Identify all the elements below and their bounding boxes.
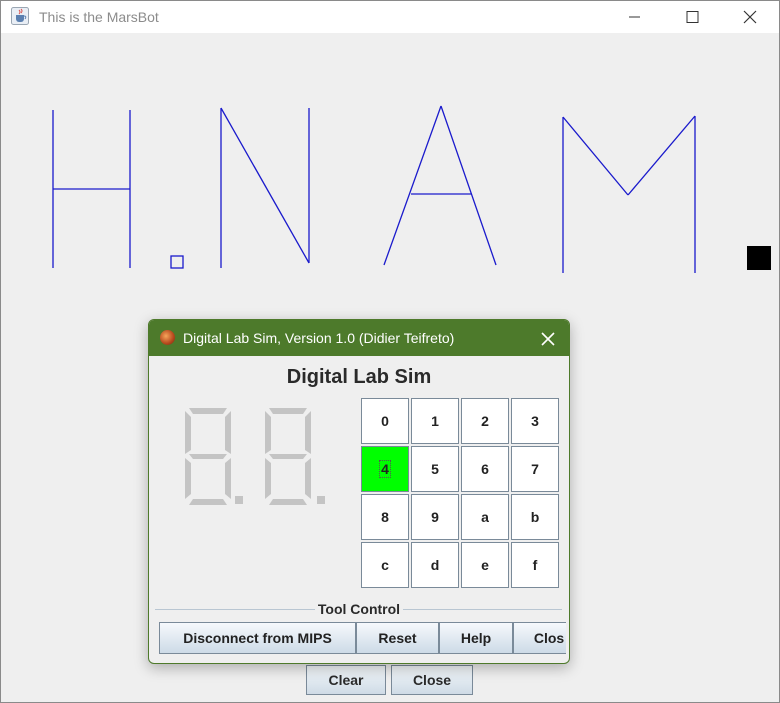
- dialog-heading: Digital Lab Sim: [286, 366, 432, 388]
- hex-keypad: 0 1 2 3 4 5 6 7 8 9 a b c d e f: [361, 398, 563, 590]
- key-4[interactable]: 4: [361, 446, 409, 492]
- help-button[interactable]: Help: [439, 622, 513, 654]
- key-b[interactable]: b: [511, 494, 559, 540]
- maximize-icon: [686, 11, 699, 23]
- trail-a-left: [383, 105, 442, 266]
- clear-button[interactable]: Clear: [306, 665, 386, 695]
- marsbot-marker: [747, 246, 771, 270]
- tool-close-button[interactable]: Clos: [513, 622, 566, 654]
- key-6[interactable]: 6: [461, 446, 509, 492]
- mars-planet-icon: [160, 330, 175, 345]
- trail-a-right: [440, 105, 497, 266]
- key-7[interactable]: 7: [511, 446, 559, 492]
- close-button[interactable]: Close: [391, 665, 473, 695]
- trail-m-diag-1: [562, 116, 629, 196]
- segment-digit-left: [185, 408, 243, 505]
- key-3[interactable]: 3: [511, 398, 559, 444]
- disconnect-button[interactable]: Disconnect from MIPS: [159, 622, 356, 654]
- reset-button[interactable]: Reset: [356, 622, 439, 654]
- segment-digit-right: [265, 408, 325, 505]
- tool-control-label: Tool Control: [314, 601, 404, 617]
- minimize-button[interactable]: [605, 1, 663, 33]
- tool-control-buttons: Disconnect from MIPS Reset Help Clos: [159, 622, 566, 654]
- seven-segment-display: [185, 408, 325, 505]
- dialog-title: Digital Lab Sim, Version 1.0 (Didier Tei…: [183, 330, 455, 346]
- dialog-close-icon[interactable]: [537, 328, 559, 350]
- key-1[interactable]: 1: [411, 398, 459, 444]
- close-icon: [743, 10, 757, 24]
- key-e[interactable]: e: [461, 542, 509, 588]
- key-a[interactable]: a: [461, 494, 509, 540]
- window-close-button[interactable]: [721, 1, 779, 33]
- maximize-button[interactable]: [663, 1, 721, 33]
- key-f[interactable]: f: [511, 542, 559, 588]
- key-0[interactable]: 0: [361, 398, 409, 444]
- key-d[interactable]: d: [411, 542, 459, 588]
- key-9[interactable]: 9: [411, 494, 459, 540]
- digital-lab-sim-dialog: Digital Lab Sim, Version 1.0 (Didier Tei…: [148, 319, 570, 664]
- key-8[interactable]: 8: [361, 494, 409, 540]
- trail-dot-1: [170, 255, 184, 269]
- window-title: This is the MarsBot: [39, 9, 159, 25]
- trail-m-diag-2: [627, 115, 696, 196]
- key-5[interactable]: 5: [411, 446, 459, 492]
- minimize-icon: [629, 16, 640, 18]
- key-c[interactable]: c: [361, 542, 409, 588]
- trail-n-diagonal: [220, 107, 310, 264]
- window-title-bar: This is the MarsBot: [1, 1, 779, 33]
- marsbot-window: This is the MarsBot Clear Close Digital …: [0, 0, 780, 703]
- key-2[interactable]: 2: [461, 398, 509, 444]
- dialog-title-bar: Digital Lab Sim, Version 1.0 (Didier Tei…: [149, 320, 569, 356]
- java-cup-icon: [11, 7, 29, 25]
